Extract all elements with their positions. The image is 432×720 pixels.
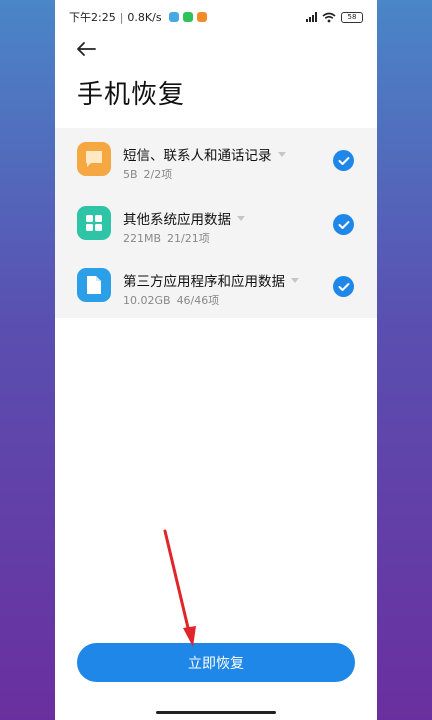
- item-checkbox[interactable]: [333, 276, 354, 297]
- wechat-icon: [182, 12, 193, 22]
- item-checkbox[interactable]: [333, 214, 354, 235]
- back-button[interactable]: [73, 37, 99, 61]
- restore-item-list: 短信、联系人和通话记录 5B 2/2项 其他系统应用数据 221MB 21/21…: [55, 128, 377, 318]
- checkmark-icon: [338, 156, 349, 165]
- apps-grid-icon: [77, 206, 111, 240]
- restore-item-messages[interactable]: 短信、联系人和通话记录 5B 2/2项: [55, 130, 377, 190]
- phone-screen: 下午2:25 | 0.8K/s 58 手机恢复 短信、联系人和通话记录 5B 2…: [55, 0, 377, 720]
- checkmark-icon: [338, 282, 349, 291]
- document-icon: [77, 268, 111, 302]
- home-indicator[interactable]: [156, 711, 276, 714]
- item-count: 2/2项: [143, 168, 173, 181]
- item-size: 221MB: [123, 232, 162, 245]
- page-title: 手机恢复: [77, 80, 186, 110]
- item-title: 短信、联系人和通话记录: [123, 148, 272, 164]
- notification-app-icon: [168, 12, 179, 22]
- item-size: 5B: [123, 168, 138, 181]
- status-separator: |: [119, 10, 124, 24]
- wifi-icon: [322, 12, 336, 22]
- expand-caret-icon[interactable]: [277, 152, 286, 157]
- expand-caret-icon[interactable]: [291, 278, 299, 283]
- item-size: 10.02GB: [123, 294, 171, 307]
- battery-icon: 58: [341, 11, 363, 23]
- item-checkbox[interactable]: [333, 150, 354, 171]
- checkmark-icon: [338, 220, 349, 229]
- back-arrow-icon: [77, 42, 96, 56]
- cellular-signal-icon: [306, 12, 317, 22]
- item-count: 21/21项: [167, 232, 210, 245]
- restore-item-third-party-apps[interactable]: 第三方应用程序和应用数据 10.02GB 46/46项: [55, 256, 377, 316]
- restore-now-button[interactable]: 立即恢复: [77, 643, 355, 682]
- item-title: 第三方应用程序和应用数据: [123, 274, 285, 290]
- status-time: 下午2:25: [69, 11, 116, 24]
- status-bar: 下午2:25 | 0.8K/s 58: [55, 0, 377, 34]
- restore-item-system-apps[interactable]: 其他系统应用数据 221MB 21/21项: [55, 194, 377, 254]
- item-title: 其他系统应用数据: [123, 212, 231, 228]
- message-icon: [77, 142, 111, 176]
- item-count: 46/46项: [176, 294, 220, 307]
- notification-app-icon: [196, 12, 207, 22]
- network-speed: 0.8K/s: [127, 10, 162, 24]
- expand-caret-icon[interactable]: [237, 216, 245, 221]
